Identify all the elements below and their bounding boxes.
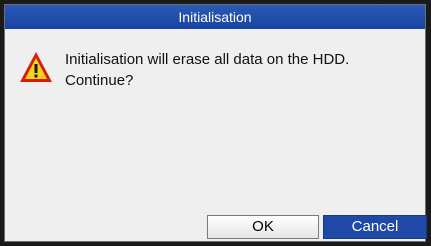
message-line-1: Initialisation will erase all data on th… <box>65 51 350 68</box>
warning-icon <box>20 52 52 82</box>
cancel-button[interactable]: Cancel <box>323 215 427 239</box>
initialisation-dialog: Initialisation Initialisation will erase… <box>4 4 427 242</box>
message-line-2: Continue? <box>65 72 134 89</box>
dialog-message: Initialisation will erase all data on th… <box>65 49 405 91</box>
ok-button[interactable]: OK <box>207 215 319 239</box>
dialog-title: Initialisation <box>5 5 425 29</box>
